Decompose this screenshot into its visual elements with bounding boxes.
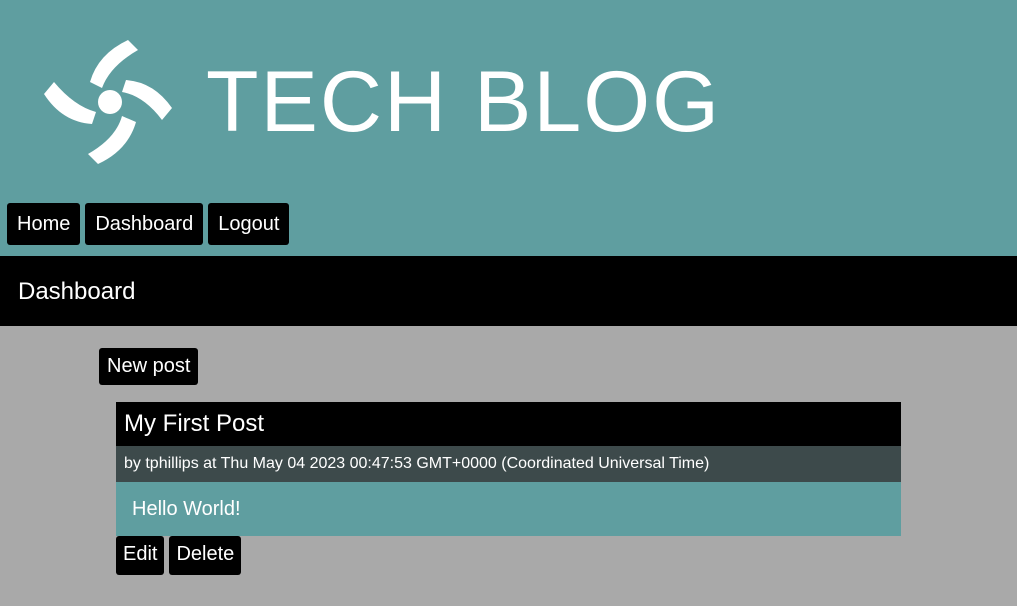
main-nav: Home Dashboard Logout xyxy=(7,203,290,245)
site-header: TECH BLOG Home Dashboard Logout xyxy=(0,0,1017,256)
nav-dashboard-button[interactable]: Dashboard xyxy=(85,203,204,245)
page-title: Dashboard xyxy=(18,278,136,305)
nav-logout-button[interactable]: Logout xyxy=(208,203,290,245)
post-card: My First Post by tphillips at Thu May 04… xyxy=(116,402,901,536)
post-body: Hello World! xyxy=(116,482,901,536)
post-title[interactable]: My First Post xyxy=(116,402,901,446)
swirl-logo-icon xyxy=(44,40,172,164)
delete-button[interactable]: Delete xyxy=(169,536,242,575)
page-title-bar: Dashboard xyxy=(0,256,1017,326)
new-post-button[interactable]: New post xyxy=(99,348,199,385)
nav-home-button[interactable]: Home xyxy=(7,203,81,245)
post-meta: by tphillips at Thu May 04 2023 00:47:53… xyxy=(116,446,901,482)
edit-button[interactable]: Edit xyxy=(116,536,165,575)
site-brand: TECH BLOG xyxy=(206,54,721,150)
post-actions: Edit Delete xyxy=(116,536,242,575)
